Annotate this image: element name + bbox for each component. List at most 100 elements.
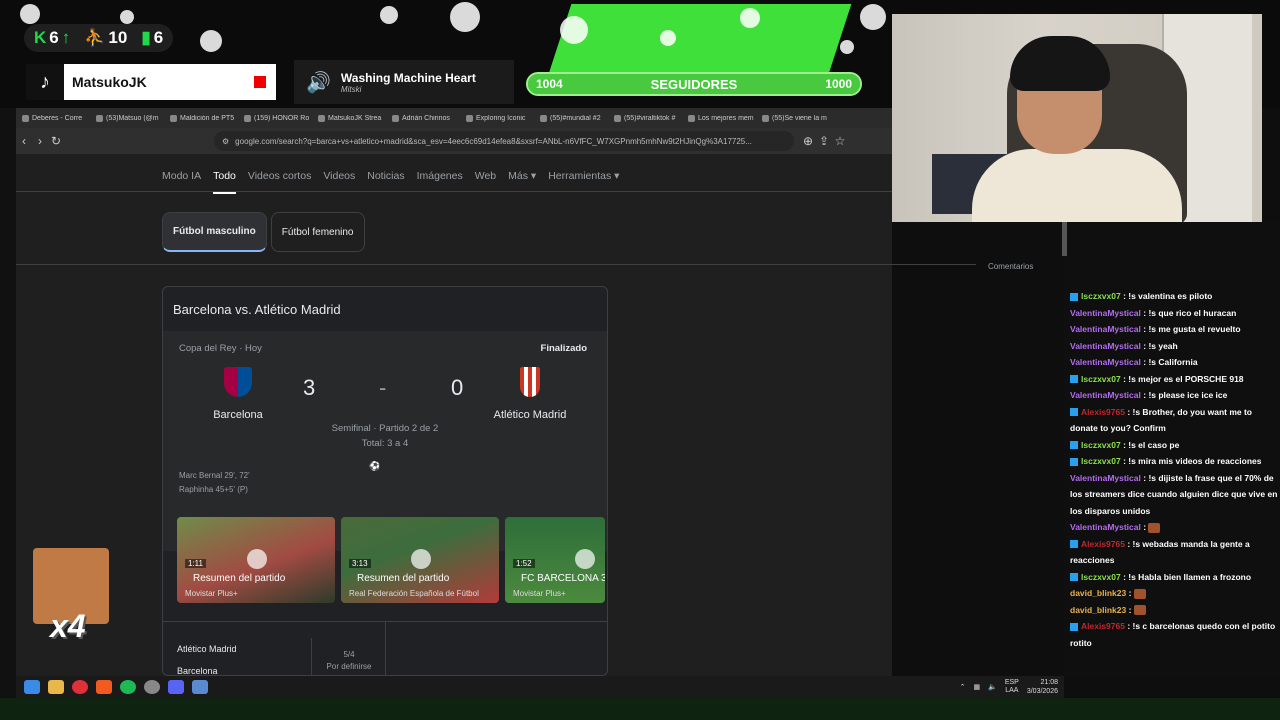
stat-value: 6 bbox=[49, 28, 59, 47]
chat-username[interactable]: lsczxvx07 bbox=[1081, 440, 1121, 450]
nav-mas-label: Más bbox=[508, 170, 528, 182]
site-info-icon[interactable]: ⚙ bbox=[222, 137, 229, 146]
next-match-row[interactable]: Atlético Madrid Barcelona 5/4 Por defini… bbox=[163, 621, 607, 678]
tab-favicon-icon bbox=[762, 114, 769, 122]
chat-username[interactable]: ValentinaMystical bbox=[1070, 522, 1141, 532]
brave-icon[interactable] bbox=[96, 680, 112, 694]
windows-start-icon[interactable] bbox=[24, 680, 40, 694]
browser-tab[interactable]: Maldición de PT5 bbox=[170, 114, 240, 122]
tab-title: (53)Matsuo (@m bbox=[106, 114, 159, 122]
browser-tab[interactable]: (55)#mundial #2 bbox=[540, 114, 610, 122]
match-title: Barcelona vs. Atlético Madrid bbox=[173, 301, 341, 317]
tab-title: Deberes - Corre bbox=[32, 114, 83, 122]
chat-message: david_blink23 : bbox=[1064, 602, 1280, 619]
chat-username[interactable]: Alexis9765 bbox=[1081, 407, 1125, 417]
chat-username[interactable]: ValentinaMystical bbox=[1070, 324, 1141, 334]
sport-chips: Fútbol masculino Fútbol femenino bbox=[162, 212, 365, 252]
browser-tab[interactable]: (53)Matsuo (@m bbox=[96, 114, 166, 122]
language-indicator[interactable]: ESP LAA bbox=[1005, 679, 1019, 695]
left-edge bbox=[0, 108, 16, 698]
clock-date: 3/03/2026 bbox=[1026, 688, 1058, 695]
browser-tab[interactable]: MatsukoJK Strea bbox=[318, 114, 388, 122]
next-match-note: Por definirse bbox=[326, 662, 372, 671]
stream-screen: K 6 ↑ ⛹ 10 ▮ 6 ♪ MatsukoJK 🔊 Washing Machine… bbox=[0, 0, 1280, 720]
k-arrow-icon: K bbox=[34, 28, 47, 47]
network-icon[interactable]: ▦ bbox=[973, 683, 980, 691]
browser-tab[interactable]: Exploring Iconic bbox=[466, 114, 536, 122]
forward-icon[interactable]: › bbox=[32, 134, 48, 148]
browser-tab[interactable]: (159) HONOR Ro bbox=[244, 114, 314, 122]
file-explorer-icon[interactable] bbox=[48, 680, 64, 694]
video-card[interactable]: 1:52 FC BARCELONA 3-0 Movistar Plus+ bbox=[505, 517, 605, 603]
chat-username[interactable]: ValentinaMystical bbox=[1070, 390, 1141, 400]
chat-text: !s Habla bien llamen a frozono bbox=[1128, 571, 1252, 582]
competition: Copa del Rey · Hoy bbox=[179, 343, 262, 354]
bookmark-star-icon[interactable]: ☆ bbox=[832, 134, 848, 148]
discord-icon[interactable] bbox=[168, 680, 184, 694]
chat-username[interactable]: ValentinaMystical bbox=[1070, 357, 1141, 367]
url-bar[interactable]: ⚙ google.com/search?q=barca+vs+atletico+… bbox=[214, 131, 794, 151]
comments-link[interactable]: Comentarios bbox=[988, 262, 1033, 271]
scrollbar[interactable] bbox=[1062, 222, 1067, 256]
tab-title: MatsukoJK Strea bbox=[328, 114, 382, 122]
chat-message: Alexis9765 : !s webadas manda la gente a… bbox=[1064, 536, 1280, 569]
chat-username[interactable]: lsczxvx07 bbox=[1081, 456, 1121, 466]
chat-separator: : bbox=[1140, 522, 1149, 532]
tab-title: Adrián Chirinos bbox=[402, 114, 450, 122]
share-icon[interactable]: ⇪ bbox=[816, 134, 832, 148]
video-source: Movistar Plus+ bbox=[185, 589, 238, 598]
chat-username[interactable]: Alexis9765 bbox=[1081, 539, 1125, 549]
tab-title: (55)#mundial #2 bbox=[550, 114, 601, 122]
spotify-icon[interactable] bbox=[120, 680, 136, 694]
goal-current: 1004 bbox=[536, 77, 563, 91]
chat-username[interactable]: ValentinaMystical bbox=[1070, 473, 1141, 483]
play-icon bbox=[247, 549, 267, 569]
twitch-badge-icon bbox=[1070, 408, 1078, 417]
browser-tab[interactable]: Deberes - Corre bbox=[22, 114, 92, 122]
chat-username[interactable]: lsczxvx07 bbox=[1081, 291, 1121, 301]
address-bar-row: ‹ › ↻ ⚙ google.com/search?q=barca+vs+atl… bbox=[16, 128, 892, 154]
app-icon[interactable] bbox=[192, 680, 208, 694]
chat-username[interactable]: david_blink23 bbox=[1070, 605, 1126, 615]
chat-username[interactable]: lsczxvx07 bbox=[1081, 374, 1121, 384]
volume-icon[interactable]: 🔈 bbox=[988, 683, 997, 691]
home-team[interactable]: Barcelona bbox=[183, 367, 293, 421]
score-dash: - bbox=[379, 375, 387, 400]
tab-title: (159) HONOR Ro bbox=[254, 114, 310, 122]
opera-icon[interactable] bbox=[72, 680, 88, 694]
chat-username[interactable]: ValentinaMystical bbox=[1070, 341, 1141, 351]
zoom-icon[interactable]: ⊕ bbox=[800, 134, 816, 148]
chat-username[interactable]: lsczxvx07 bbox=[1081, 572, 1121, 582]
away-team[interactable]: Atlético Madrid bbox=[475, 367, 585, 421]
chip-futbol-femenino[interactable]: Fútbol femenino bbox=[270, 212, 365, 252]
tab-favicon-icon bbox=[244, 114, 251, 122]
clock-time: 21:08 bbox=[1040, 679, 1058, 686]
tab-title: Maldición de PT5 bbox=[180, 114, 235, 122]
match-aggregate: Total: 3 a 4 bbox=[361, 438, 409, 449]
stat-value: 6 bbox=[153, 28, 164, 47]
back-icon[interactable]: ‹ bbox=[16, 134, 32, 148]
clock[interactable]: 21:08 3/03/2026 bbox=[1027, 678, 1058, 696]
taskbar: ⌃ ▦ 🔈 ESP LAA 21:08 3/03/2026 bbox=[16, 676, 1064, 698]
chip-futbol-masculino[interactable]: Fútbol masculino bbox=[162, 212, 267, 252]
chat-username[interactable]: ValentinaMystical bbox=[1070, 308, 1141, 318]
chat-message: ValentinaMystical : !s please ice ice ic… bbox=[1064, 387, 1280, 404]
play-icon bbox=[575, 549, 595, 569]
green-banner bbox=[548, 4, 852, 74]
settings-icon[interactable] bbox=[144, 680, 160, 694]
chat-text: !s mejor es el PORSCHE 918 bbox=[1128, 373, 1244, 384]
chat-message: Alexis9765 : !s c barcelonas quedo con e… bbox=[1064, 618, 1280, 651]
tab-title: Exploring Iconic bbox=[476, 114, 526, 122]
chat-username[interactable]: Alexis9765 bbox=[1081, 621, 1125, 631]
bottom-border bbox=[0, 698, 1280, 720]
browser-tab[interactable]: (55)#viraltiktok # bbox=[614, 114, 684, 122]
video-card[interactable]: 3:13 Resumen del partido Real Federación… bbox=[341, 517, 499, 603]
chevron-up-icon[interactable]: ⌃ bbox=[960, 683, 966, 691]
reload-icon[interactable]: ↻ bbox=[48, 134, 64, 148]
video-card[interactable]: 1:11 Resumen del partido Movistar Plus+ bbox=[177, 517, 335, 603]
chat-username[interactable]: david_blink23 bbox=[1070, 588, 1126, 598]
browser-tab[interactable]: Adrián Chirinos bbox=[392, 114, 462, 122]
browser-tab[interactable]: Los mejores mem bbox=[688, 114, 758, 122]
nav-herramientas-label: Herramientas bbox=[548, 170, 612, 182]
browser-tab[interactable]: (55)Se viene la m bbox=[762, 114, 832, 122]
